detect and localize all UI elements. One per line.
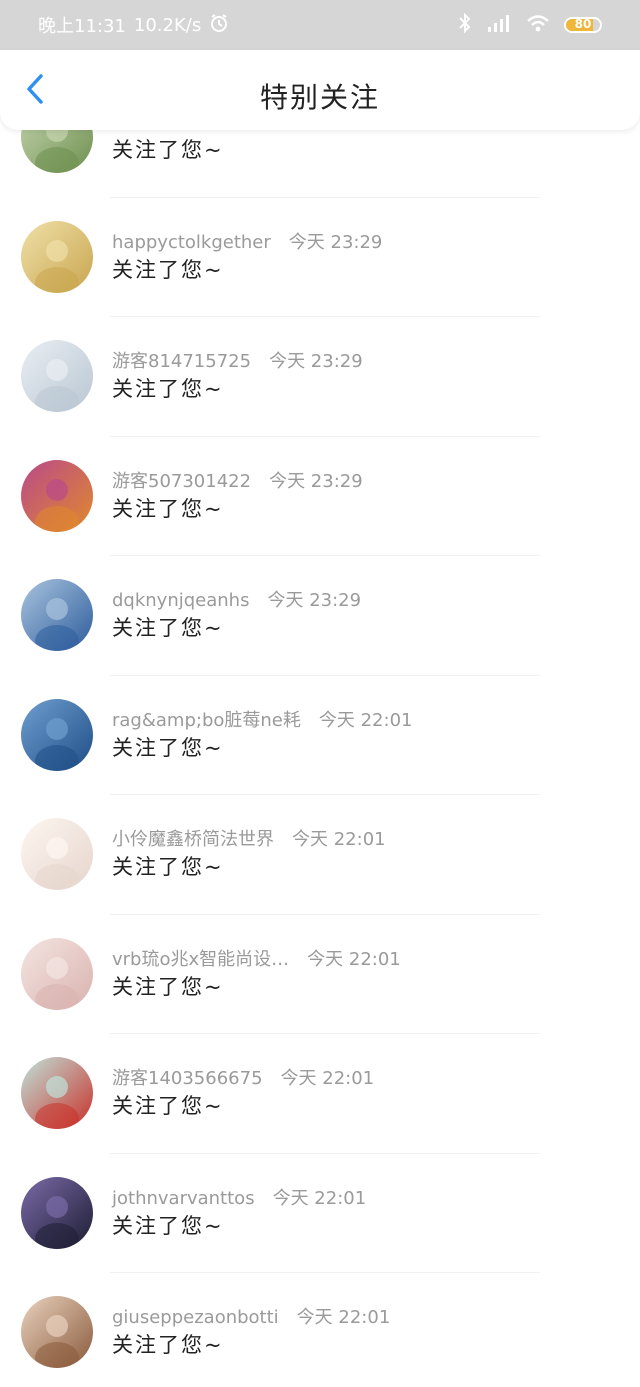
follow-message: 关注了您~ bbox=[112, 377, 224, 401]
list-item-meta: rag&amp;bo脏莓ne耗 今天 22:01 bbox=[112, 706, 412, 732]
battery-level-text: 80 bbox=[574, 17, 592, 31]
list-item-meta: vrb琉o兆x智能尚设… 今天 22:01 bbox=[112, 945, 401, 971]
avatar[interactable] bbox=[21, 698, 93, 771]
list-item[interactable]: rag&amp;bo脏莓ne耗 今天 22:01 关注了您~ bbox=[0, 676, 640, 796]
follow-message: 关注了您~ bbox=[112, 1213, 224, 1238]
user-name[interactable]: jothnvarvanttos bbox=[112, 1188, 255, 1209]
list-item[interactable]: 游客664583115 今天 23:29 关注了您~ bbox=[0, 130, 640, 198]
follow-message: 关注了您~ bbox=[112, 496, 224, 521]
follow-message: 关注了您~ bbox=[112, 616, 224, 640]
follow-time: 今天 23:29 bbox=[269, 130, 363, 133]
follow-time: 今天 22:01 bbox=[318, 709, 413, 731]
alarm-clock-icon bbox=[209, 13, 229, 38]
avatar[interactable] bbox=[21, 937, 93, 1010]
status-bar: 晚上11:31 10.2K/s 80 bbox=[0, 0, 640, 50]
follow-time: 今天 22:01 bbox=[307, 948, 401, 970]
follow-time: 今天 23:29 bbox=[288, 231, 383, 253]
status-right: 80 bbox=[458, 12, 602, 38]
list-item-meta: giuseppezaonbotti 今天 22:01 bbox=[112, 1303, 390, 1329]
follow-message: 关注了您~ bbox=[112, 855, 224, 879]
list-item[interactable]: dqknynjqeanhs 今天 23:29 关注了您~ bbox=[0, 556, 640, 676]
list-item-meta: dqknynjqeanhs 今天 23:29 bbox=[112, 586, 361, 612]
list-item-meta: 游客507301422 今天 23:29 bbox=[112, 467, 363, 493]
bluetooth-icon bbox=[458, 12, 472, 38]
avatar[interactable] bbox=[21, 579, 93, 651]
user-name[interactable]: giuseppezaonbotti bbox=[112, 1307, 279, 1328]
list-item[interactable]: vrb琉o兆x智能尚设… 今天 22:01 关注了您~ bbox=[0, 915, 640, 1035]
follow-time: 今天 23:29 bbox=[269, 470, 363, 492]
list-item[interactable]: 小伶魔鑫桥简法世界 今天 22:01 关注了您~ bbox=[0, 795, 640, 915]
follower-list[interactable]: 游客664583115今天 23:29关注了您~happyctolkgether… bbox=[0, 130, 640, 1387]
follow-message: 关注了您~ bbox=[112, 1094, 224, 1118]
list-item-meta: happyctolkgether 今天 23:29 bbox=[112, 228, 382, 254]
follow-time: 今天 22:01 bbox=[296, 1307, 391, 1328]
list-item[interactable]: 游客814715725 今天 23:29 关注了您~ bbox=[0, 317, 640, 437]
list-item[interactable]: 游客1403566675 今天 22:01 关注了您~ bbox=[0, 1034, 640, 1154]
user-name[interactable]: 游客507301422 bbox=[112, 471, 251, 492]
avatar[interactable] bbox=[21, 1057, 93, 1129]
list-item-meta: 小伶魔鑫桥简法世界 今天 22:01 bbox=[112, 825, 386, 851]
follow-time: 今天 22:01 bbox=[280, 1068, 375, 1089]
wifi-icon bbox=[526, 13, 550, 38]
avatar[interactable] bbox=[21, 1176, 93, 1249]
list-item[interactable]: giuseppezaonbotti 今天 22:01 关注了您~ bbox=[0, 1273, 640, 1387]
list-item-meta: jothnvarvanttos 今天 22:01 bbox=[112, 1184, 366, 1210]
list-item[interactable]: 游客507301422 今天 23:29 关注了您~ bbox=[0, 437, 640, 557]
page-title: 特别关注 bbox=[259, 81, 380, 114]
status-left: 晚上11:31 10.2K/s bbox=[38, 12, 229, 38]
user-name[interactable]: rag&amp;bo脏莓ne耗 bbox=[112, 710, 301, 731]
follow-message: 关注了您~ bbox=[112, 974, 224, 999]
hd-signal-icon bbox=[486, 13, 512, 38]
user-name[interactable]: 小伶魔鑫桥简法世界 bbox=[112, 829, 274, 850]
page-header: 特别关注 bbox=[0, 50, 640, 130]
status-time: 晚上11:31 bbox=[38, 16, 126, 37]
status-net-speed: 10.2K/s bbox=[133, 14, 202, 36]
avatar[interactable] bbox=[21, 1296, 93, 1368]
follow-time: 今天 23:29 bbox=[267, 590, 362, 611]
battery-indicator: 80 bbox=[564, 17, 602, 33]
follow-message: 关注了您~ bbox=[112, 1333, 224, 1357]
avatar[interactable] bbox=[21, 130, 93, 173]
avatar[interactable] bbox=[21, 459, 93, 532]
user-name[interactable]: 游客814715725 bbox=[112, 351, 251, 372]
follow-time: 今天 22:01 bbox=[292, 829, 386, 850]
user-name[interactable]: 游客664583115 bbox=[112, 130, 251, 133]
follow-message: 关注了您~ bbox=[112, 257, 224, 282]
follow-time: 今天 23:29 bbox=[269, 351, 363, 372]
avatar[interactable] bbox=[21, 818, 93, 890]
follow-message: 关注了您~ bbox=[112, 735, 224, 760]
list-item[interactable]: jothnvarvanttos 今天 22:01 关注了您~ bbox=[0, 1154, 640, 1274]
user-name[interactable]: vrb琉o兆x智能尚设… bbox=[112, 949, 289, 970]
follow-time: 今天 22:01 bbox=[272, 1187, 367, 1209]
list-item-meta: 游客1403566675 今天 22:01 bbox=[112, 1064, 374, 1090]
avatar[interactable] bbox=[21, 220, 93, 293]
list-item-meta: 游客814715725 今天 23:29 bbox=[112, 347, 363, 373]
user-name[interactable]: dqknynjqeanhs bbox=[112, 590, 249, 611]
user-name[interactable]: happyctolkgether bbox=[112, 232, 271, 253]
follower-list-inner: 游客664583115今天 23:29关注了您~happyctolkgether… bbox=[0, 130, 640, 1387]
avatar[interactable] bbox=[21, 340, 93, 412]
list-item[interactable]: happyctolkgether 今天 23:29 关注了您~ bbox=[0, 198, 640, 318]
user-name[interactable]: 游客1403566675 bbox=[112, 1068, 263, 1089]
follow-message: 关注了您~ bbox=[112, 138, 224, 162]
